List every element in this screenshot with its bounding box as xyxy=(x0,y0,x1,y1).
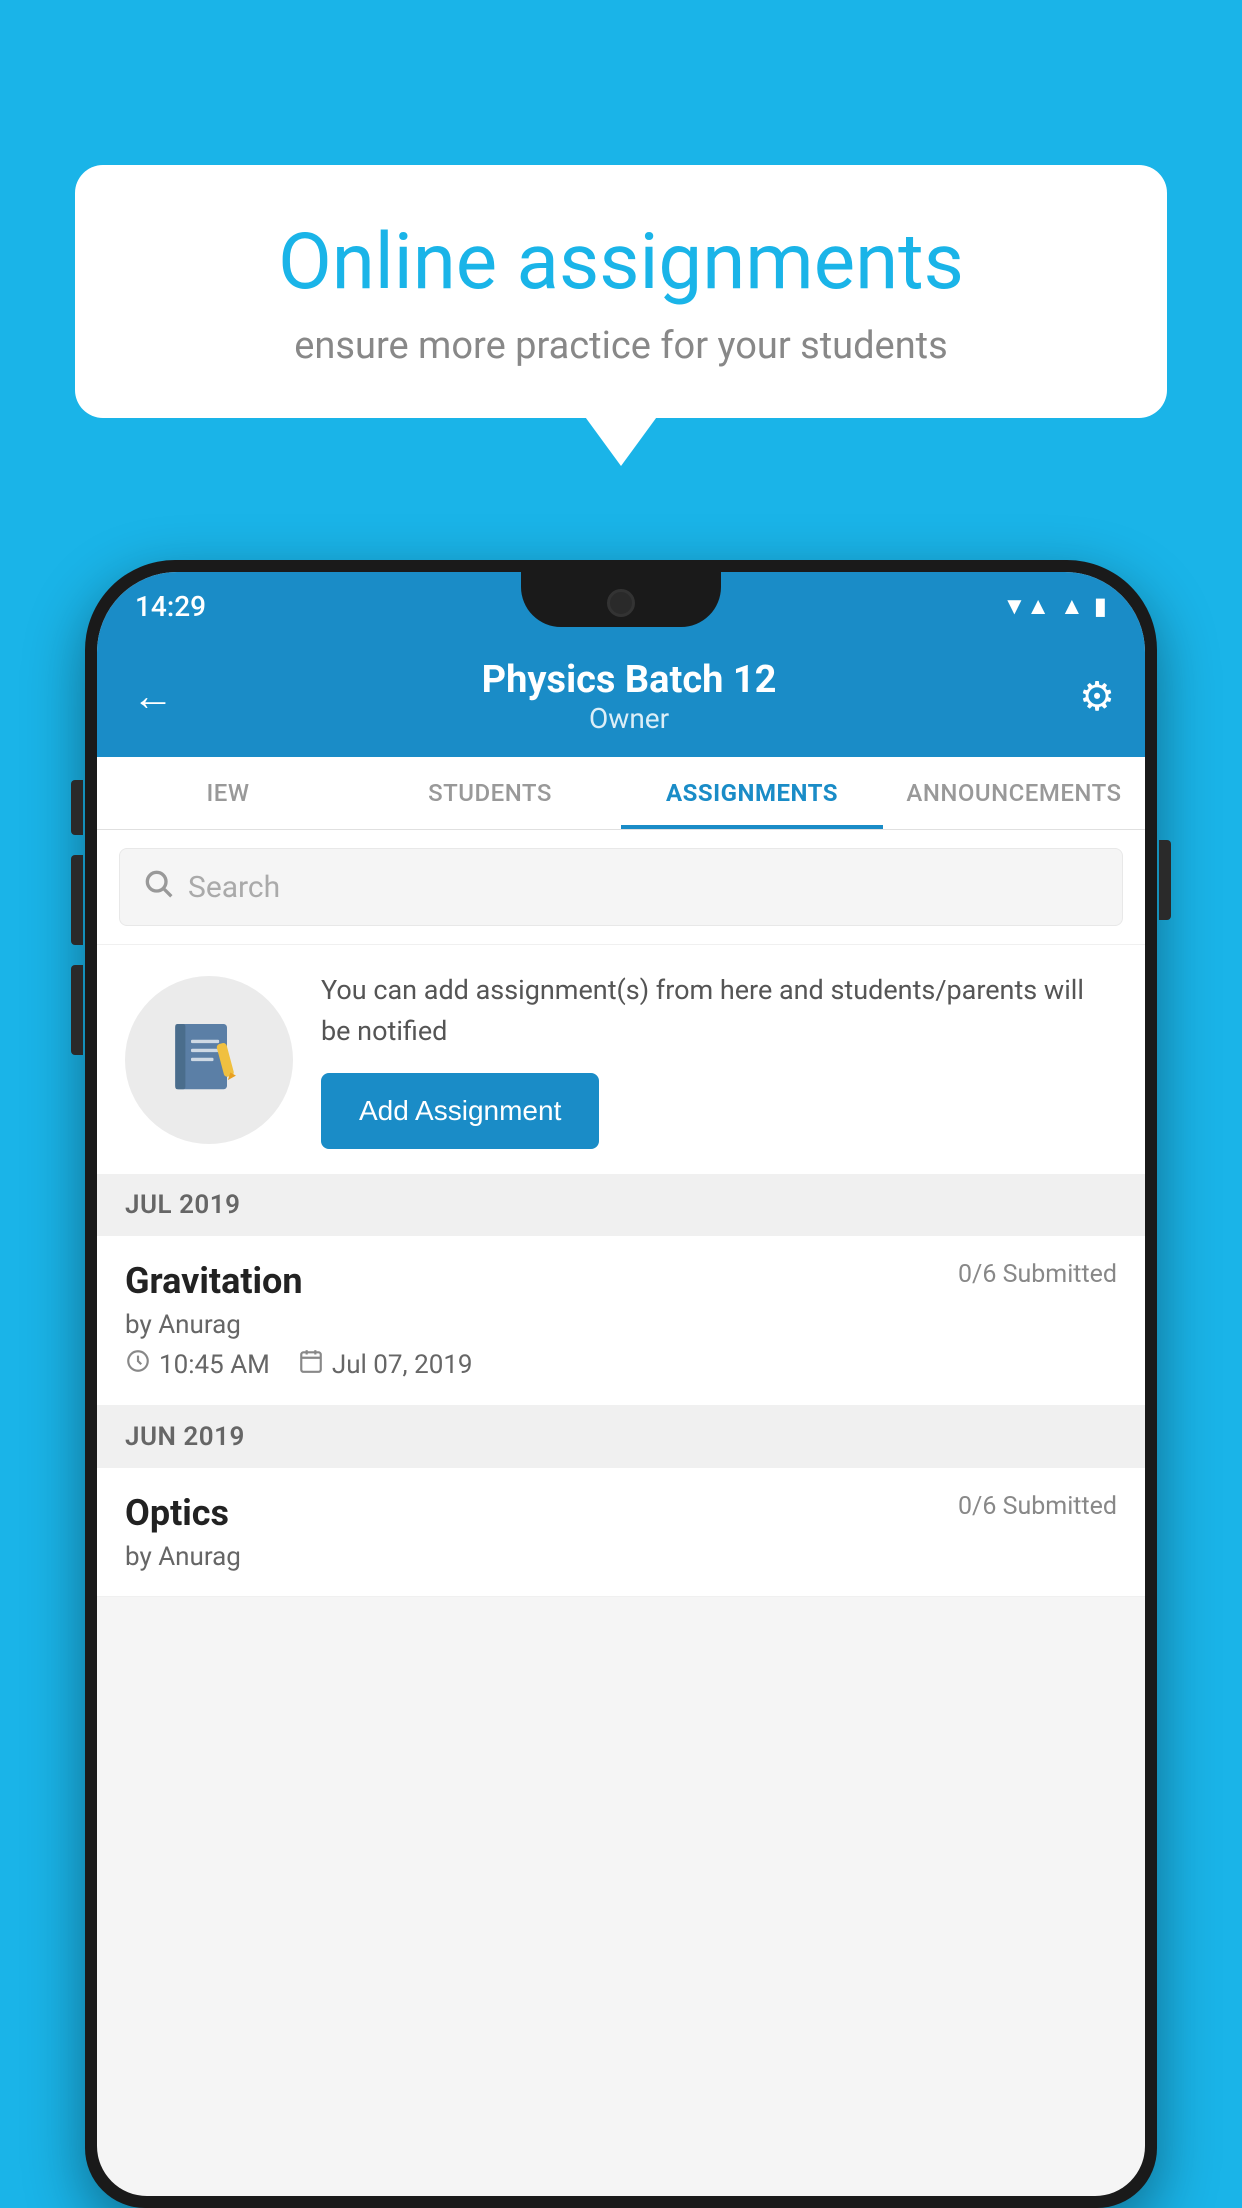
mute-button xyxy=(71,780,83,835)
assignment-by: by Anurag xyxy=(125,1310,1117,1340)
assignment-item-gravitation[interactable]: Gravitation 0/6 Submitted by Anurag 10:4… xyxy=(97,1236,1145,1406)
clock-icon xyxy=(125,1348,151,1381)
speech-bubble-subtitle: ensure more practice for your students xyxy=(135,324,1107,368)
assignment-date-text: Jul 07, 2019 xyxy=(332,1350,473,1380)
info-card-right: You can add assignment(s) from here and … xyxy=(321,970,1117,1149)
phone-notch xyxy=(521,572,721,627)
speech-bubble-container: Online assignments ensure more practice … xyxy=(75,165,1167,418)
assignment-top-optics: Optics 0/6 Submitted xyxy=(125,1492,1117,1534)
section-header-jun-2019: JUN 2019 xyxy=(97,1406,1145,1468)
tab-iew[interactable]: IEW xyxy=(97,757,359,829)
phone-screen: 14:29 ▼▲ ▲ ▮ ← Physics Batch 12 Owner ⚙ … xyxy=(97,572,1145,2196)
tab-students[interactable]: STUDENTS xyxy=(359,757,621,829)
back-button[interactable]: ← xyxy=(127,667,179,726)
speech-bubble: Online assignments ensure more practice … xyxy=(75,165,1167,418)
camera xyxy=(607,589,635,617)
phone-frame: 14:29 ▼▲ ▲ ▮ ← Physics Batch 12 Owner ⚙ … xyxy=(85,560,1157,2208)
assignment-submitted: 0/6 Submitted xyxy=(958,1260,1117,1289)
app-header: ← Physics Batch 12 Owner ⚙ xyxy=(97,640,1145,757)
section-header-jul-2019: JUL 2019 xyxy=(97,1174,1145,1236)
notebook-icon-circle xyxy=(125,976,293,1144)
assignment-details: 10:45 AM Jul 07, 2019 xyxy=(125,1348,1117,1381)
settings-button[interactable]: ⚙ xyxy=(1079,673,1115,720)
info-card: You can add assignment(s) from here and … xyxy=(97,944,1145,1174)
tab-announcements[interactable]: ANNOUNCEMENTS xyxy=(883,757,1145,829)
search-placeholder-text: Search xyxy=(188,870,280,905)
battery-icon: ▮ xyxy=(1094,592,1107,620)
volume-down-button xyxy=(71,965,83,1055)
assignment-title-optics: Optics xyxy=(125,1492,229,1534)
header-center: Physics Batch 12 Owner xyxy=(179,658,1079,735)
header-title: Physics Batch 12 xyxy=(179,658,1079,702)
add-assignment-button[interactable]: Add Assignment xyxy=(321,1073,599,1149)
assignment-by-optics: by Anurag xyxy=(125,1542,1117,1572)
volume-up-button xyxy=(71,855,83,945)
status-time: 14:29 xyxy=(135,590,206,623)
calendar-icon xyxy=(298,1348,324,1381)
header-subtitle: Owner xyxy=(179,702,1079,735)
signal-icon: ▲ xyxy=(1060,592,1084,621)
assignment-date: Jul 07, 2019 xyxy=(298,1348,473,1381)
assignment-title: Gravitation xyxy=(125,1260,303,1302)
search-container: Search xyxy=(97,830,1145,944)
tabs-bar: IEW STUDENTS ASSIGNMENTS ANNOUNCEMENTS xyxy=(97,757,1145,830)
power-button xyxy=(1159,840,1171,920)
wifi-icon: ▼▲ xyxy=(1003,592,1051,621)
assignment-top: Gravitation 0/6 Submitted xyxy=(125,1260,1117,1302)
assignment-time-text: 10:45 AM xyxy=(159,1350,270,1380)
search-icon xyxy=(142,867,174,907)
speech-bubble-title: Online assignments xyxy=(135,220,1107,306)
tab-assignments[interactable]: ASSIGNMENTS xyxy=(621,757,883,829)
status-icons: ▼▲ ▲ ▮ xyxy=(1003,592,1108,621)
info-card-text: You can add assignment(s) from here and … xyxy=(321,970,1117,1051)
notebook-icon xyxy=(164,1015,254,1105)
assignment-time: 10:45 AM xyxy=(125,1348,270,1381)
assignment-submitted-optics: 0/6 Submitted xyxy=(958,1492,1117,1521)
search-input[interactable]: Search xyxy=(119,848,1123,926)
assignment-item-optics[interactable]: Optics 0/6 Submitted by Anurag xyxy=(97,1468,1145,1597)
